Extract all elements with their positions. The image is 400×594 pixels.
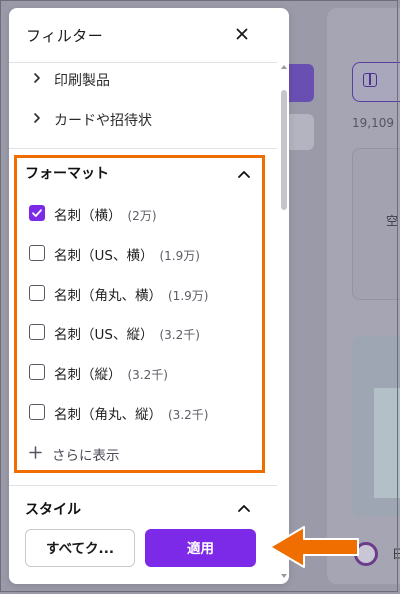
show-more-label: さらに表示: [52, 448, 120, 464]
checkbox[interactable]: [29, 404, 45, 420]
filter-panel-title: フィルター: [26, 27, 104, 45]
filter-panel: フィルター 印刷製品 カードや招待状 フォーマット 名刺（横） (2万) 名刺（…: [9, 8, 289, 584]
format-option-label: 名刺（角丸、横） (1.9万): [54, 288, 209, 304]
format-option-business-card-us-landscape[interactable]: 名刺（US、横） (1.9万): [23, 241, 261, 267]
category-item-cards-invitations[interactable]: カードや招待状: [9, 104, 271, 134]
show-more-button[interactable]: さらに表示: [23, 442, 223, 464]
clear-all-button[interactable]: すべてク...: [25, 529, 135, 567]
format-option-label: 名刺（横） (2万): [54, 208, 157, 224]
checkbox-checked[interactable]: [29, 205, 45, 221]
format-section-title: フォーマット: [25, 166, 109, 182]
format-option-label: 名刺（角丸、縦） (3.2千): [54, 407, 209, 423]
format-option-business-card-rounded-portrait[interactable]: 名刺（角丸、縦） (3.2千): [23, 400, 261, 426]
divider: [9, 485, 277, 486]
format-option-count: (1.9万): [159, 249, 200, 263]
format-option-count: (3.2千): [127, 368, 168, 382]
format-option-count: (1.9万): [168, 289, 209, 303]
chevron-right-icon: [34, 113, 40, 123]
format-section-header[interactable]: フォーマット: [16, 162, 262, 188]
format-option-business-card-us-portrait[interactable]: 名刺（US、縦） (3.2千): [23, 320, 261, 346]
checkmark-icon: [32, 209, 42, 217]
divider: [9, 148, 277, 149]
filter-panel-header: フィルター: [9, 8, 289, 60]
category-item-print-products[interactable]: 印刷製品: [9, 64, 271, 94]
format-option-count: (3.2千): [168, 408, 209, 422]
format-option-business-card-rounded-landscape[interactable]: 名刺（角丸、横） (1.9万): [23, 281, 261, 307]
divider: [9, 62, 277, 63]
checkbox[interactable]: [29, 285, 45, 301]
callout-arrow-icon: [269, 526, 359, 568]
format-option-count: (2万): [127, 209, 157, 223]
format-option-count: (3.2千): [159, 328, 200, 342]
category-item-label: 印刷製品: [54, 73, 110, 89]
chevron-right-icon: [34, 73, 40, 83]
scroll-down-arrow-icon[interactable]: [281, 574, 287, 578]
format-option-label: 名刺（US、縦） (3.2千): [54, 327, 200, 343]
format-option-business-card-landscape[interactable]: 名刺（横） (2万): [23, 201, 261, 227]
apply-button[interactable]: 適用: [145, 529, 256, 567]
filter-panel-footer: すべてク... 適用: [9, 515, 271, 584]
format-option-label: 名刺（縦） (3.2千): [54, 367, 168, 383]
format-option-business-card-portrait[interactable]: 名刺（縦） (3.2千): [23, 360, 261, 386]
checkbox[interactable]: [29, 245, 45, 261]
checkbox[interactable]: [29, 324, 45, 340]
scrollbar-thumb[interactable]: [281, 90, 287, 210]
checkbox[interactable]: [29, 364, 45, 380]
plus-icon: [29, 446, 42, 459]
scroll-up-arrow-icon[interactable]: [281, 65, 287, 69]
format-option-label: 名刺（US、横） (1.9万): [54, 248, 200, 264]
chevron-up-icon: [238, 171, 250, 178]
category-item-label: カードや招待状: [54, 113, 152, 129]
close-icon[interactable]: [234, 26, 250, 42]
chevron-up-icon: [238, 505, 250, 512]
